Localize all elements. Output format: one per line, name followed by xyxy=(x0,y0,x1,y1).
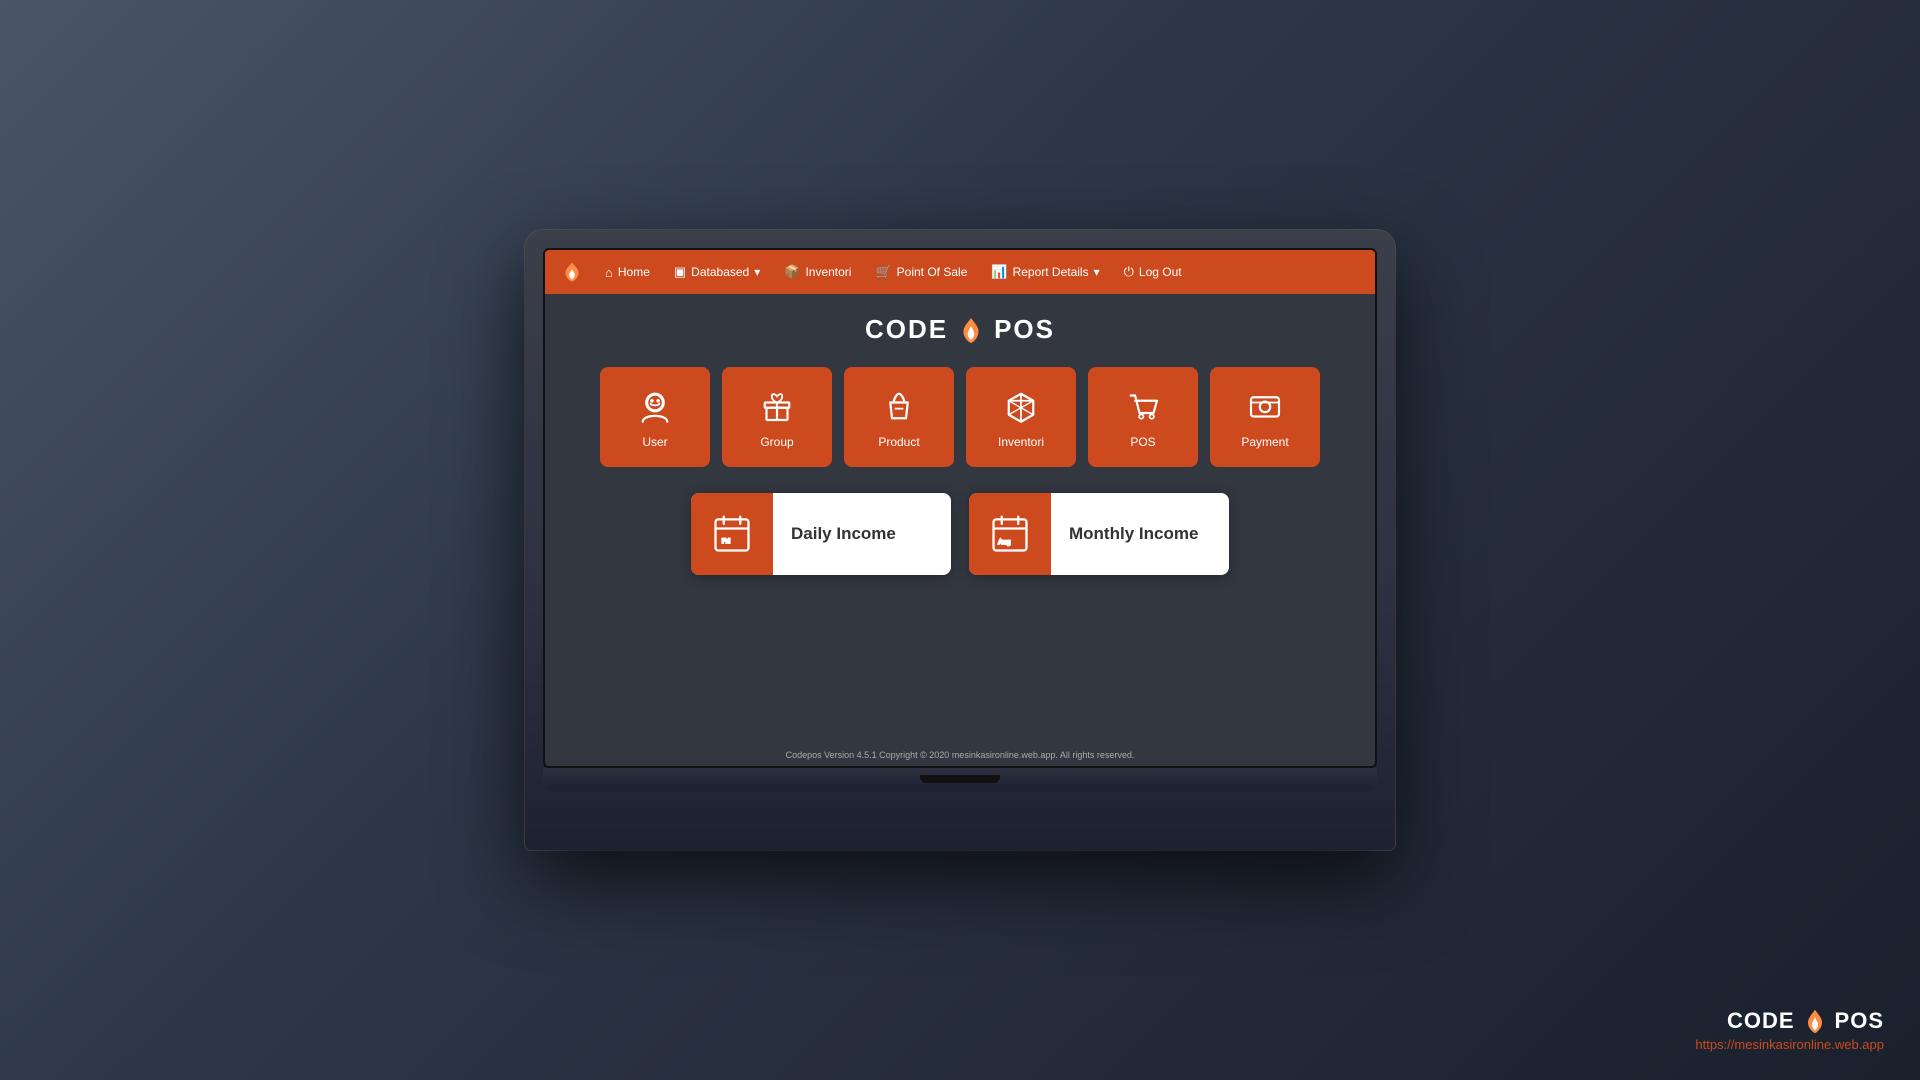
pos-card-label: POS xyxy=(1130,435,1155,449)
user-card-label: User xyxy=(642,435,667,449)
watermark-url: https://mesinkasironline.web.app xyxy=(1695,1037,1884,1052)
user-card[interactable]: User xyxy=(600,367,710,467)
app-title: CODE POS xyxy=(865,314,1055,345)
watermark-title: CODE POS xyxy=(1727,1007,1884,1035)
laptop-screen: ⌂ Home ▣ Databased ▾ 📦 Inventori 🛒 Point… xyxy=(543,248,1377,768)
gift-icon xyxy=(756,385,798,427)
inventori-card-label: Inventori xyxy=(998,435,1044,449)
navbar: ⌂ Home ▣ Databased ▾ 📦 Inventori 🛒 Point… xyxy=(545,250,1375,294)
svg-text:Fri: Fri xyxy=(722,538,730,545)
monthly-income-label: Monthly Income xyxy=(1051,493,1216,575)
daily-calendar-icon: Fri xyxy=(710,512,754,556)
inventori-card[interactable]: Inventori xyxy=(966,367,1076,467)
payment-icon xyxy=(1244,385,1286,427)
box-icon: 📦 xyxy=(784,264,800,280)
product-card[interactable]: Product xyxy=(844,367,954,467)
nav-home[interactable]: ⌂ Home xyxy=(595,259,660,286)
nav-pos[interactable]: 🛒 Point Of Sale xyxy=(865,258,977,286)
daily-income-card[interactable]: Fri Daily Income xyxy=(691,493,951,575)
pos-card[interactable]: POS xyxy=(1088,367,1198,467)
svg-text:Aug: Aug xyxy=(998,539,1011,546)
monthly-calendar-icon: Aug xyxy=(988,512,1032,556)
monthly-income-icon-block: Aug xyxy=(969,493,1051,575)
home-icon: ⌂ xyxy=(605,265,613,280)
nav-report[interactable]: 📊 Report Details ▾ xyxy=(981,258,1109,286)
cube-icon xyxy=(1000,385,1042,427)
nav-databased[interactable]: ▣ Databased ▾ xyxy=(664,258,770,286)
nav-inventori[interactable]: 📦 Inventori xyxy=(774,258,861,286)
group-card-label: Group xyxy=(760,435,793,449)
watermark: CODE POS https://mesinkasironline.web.ap… xyxy=(1695,1007,1884,1052)
title-pos: POS xyxy=(994,314,1055,345)
user-icon xyxy=(634,385,676,427)
footer-text: Codepos Version 4.5.1 Copyright © 2020 m… xyxy=(786,740,1135,760)
title-flame-icon xyxy=(956,315,986,345)
icon-grid: User Group xyxy=(600,367,1320,467)
power-icon: ⏻ xyxy=(1124,264,1134,280)
product-card-label: Product xyxy=(878,435,919,449)
main-content: CODE POS xyxy=(545,294,1375,768)
watermark-code: CODE xyxy=(1727,1008,1795,1034)
laptop-shell: ⌂ Home ▣ Databased ▾ 📦 Inventori 🛒 Point… xyxy=(525,230,1395,850)
nav-logout[interactable]: ⏻ Log Out xyxy=(1114,258,1192,286)
title-code: CODE xyxy=(865,314,948,345)
watermark-pos: POS xyxy=(1835,1008,1884,1034)
daily-income-label: Daily Income xyxy=(773,493,914,575)
chart-icon: 📊 xyxy=(991,264,1007,280)
income-row: Fri Daily Income Aug xyxy=(691,493,1229,575)
group-card[interactable]: Group xyxy=(722,367,832,467)
cart-nav-icon: 🛒 xyxy=(875,264,891,280)
database-icon: ▣ xyxy=(674,264,686,280)
laptop-base xyxy=(543,768,1377,790)
payment-card-label: Payment xyxy=(1241,435,1288,449)
daily-income-icon-block: Fri xyxy=(691,493,773,575)
nav-logo-icon xyxy=(559,259,585,285)
watermark-flame-icon xyxy=(1801,1007,1829,1035)
monthly-income-card[interactable]: Aug Monthly Income xyxy=(969,493,1229,575)
payment-card[interactable]: Payment xyxy=(1210,367,1320,467)
pos-cart-icon xyxy=(1122,385,1164,427)
bag-icon xyxy=(878,385,920,427)
